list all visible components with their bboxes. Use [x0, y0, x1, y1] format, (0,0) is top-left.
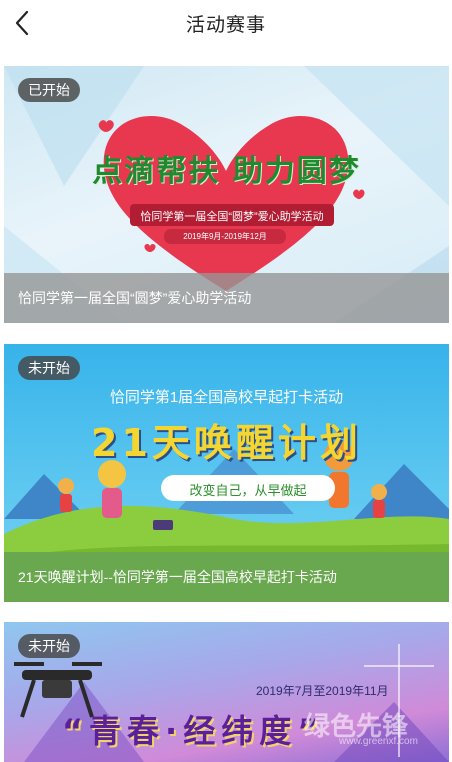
status-badge: 未开始 [18, 356, 80, 380]
activity-card[interactable]: 恰同学第1届全国高校早起打卡活动 21天唤醒计划 改变自己，从早做起 未开始 2… [4, 344, 449, 602]
banner-slogan: 改变自己，从早做起 [189, 483, 307, 498]
status-badge: 已开始 [18, 78, 80, 102]
status-badge: 未开始 [18, 634, 80, 658]
heart-icon [103, 116, 349, 291]
banner-dates: 2019年7月至2019年11月 [256, 684, 389, 698]
banner-subtitle: 恰同学第1届全国高校早起打卡活动 [109, 389, 344, 406]
banner-headline: 21天唤醒计划 [91, 421, 362, 465]
banner-dates: 2019年9月-2019年12月 [183, 232, 267, 241]
activity-card[interactable]: 点滴帮扶 助力圆梦 恰同学第一届全国“圆梦”爱心助学活动 2019年9月-201… [4, 66, 449, 323]
page-title: 活动赛事 [185, 15, 266, 36]
banner-headline: “青春·经纬度” [62, 712, 325, 750]
activity-card[interactable]: 2019年7月至2019年11月 “青春·经纬度” 绿色先锋 www.green… [4, 622, 449, 762]
banner-headline: 点滴帮扶 助力圆梦 [92, 154, 361, 189]
top-bar: 活动赛事 [0, 0, 452, 50]
card-caption: 恰同学第一届全国“圆梦”爱心助学活动 [4, 273, 449, 323]
card-caption: 21天唤醒计划--恰同学第一届全国高校早起打卡活动 [4, 552, 449, 602]
banner-ribbon: 恰同学第一届全国“圆梦”爱心助学活动 [140, 211, 324, 223]
watermark-url: www.greenxf.com [339, 736, 418, 747]
